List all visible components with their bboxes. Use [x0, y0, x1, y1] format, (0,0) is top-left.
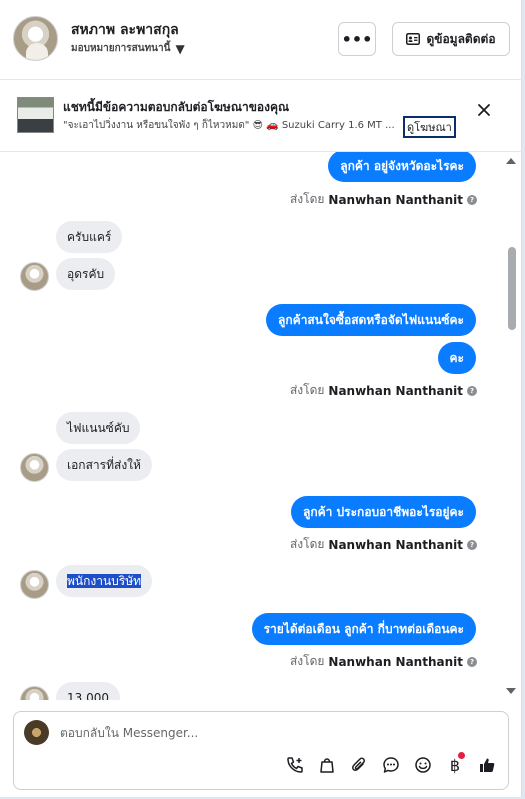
incoming-message[interactable]: พนักงานบริษัท	[56, 565, 153, 597]
contact-name[interactable]: สหภาพ ละพาสกุล	[71, 19, 179, 41]
smiley-icon[interactable]	[412, 754, 434, 776]
incoming-message[interactable]: อุดรคับ	[56, 258, 116, 290]
sent-by-label: ส่งโดย Nanwhan Nanthanit ?	[290, 190, 477, 209]
paperclip-icon[interactable]	[348, 754, 370, 776]
ad-banner-text: "จะเอาไปวิ่งงาน หรือขนใจพัง ๆ ก็ไหวหมด" …	[63, 120, 395, 131]
outgoing-message[interactable]: รายได้ต่อเดือน ลูกค้า กี่บาทต่อเดือนคะ	[251, 613, 476, 645]
incoming-message[interactable]: ครับแคร์	[56, 221, 123, 253]
id-card-icon	[406, 33, 421, 45]
contact-avatar-small	[20, 262, 49, 291]
contact-avatar-small	[20, 570, 49, 599]
scroll-up-arrow-icon[interactable]	[505, 156, 517, 166]
phone-add-icon[interactable]	[284, 754, 306, 776]
ad-thumbnail	[17, 97, 54, 133]
assign-conversation-dropdown[interactable]: มอบหมายการสนทนานี้ ▼	[71, 41, 185, 56]
shopping-bag-icon[interactable]	[316, 754, 338, 776]
more-options-button[interactable]: •••	[338, 22, 376, 56]
ad-reply-banner: แชทนี้มีข้อความตอบกลับต่อโฆษณาของคุณ "จะ…	[0, 80, 522, 152]
sender-name: Nanwhan Nanthanit	[328, 654, 463, 669]
sent-by-label: ส่งโดย Nanwhan Nanthanit ?	[290, 381, 477, 400]
outgoing-message[interactable]: ลูกค้า ประกอบอาชีพอะไรอยู่คะ	[290, 496, 476, 528]
question-icon[interactable]: ?	[467, 194, 477, 205]
reply-composer: ฿	[13, 711, 509, 790]
incoming-message[interactable]: เอกสารที่ส่งให้	[56, 449, 152, 481]
sent-by-prefix: ส่งโดย	[289, 537, 325, 551]
chat-bubble-icon[interactable]	[380, 754, 402, 776]
assign-label: มอบหมายการสนทนานี้	[71, 43, 171, 54]
contact-info-label: ดูข้อมูลติดต่อ	[426, 31, 496, 46]
outgoing-message[interactable]: ลูกค้า อยู่จังหวัดอะไรคะ	[328, 152, 476, 182]
ad-banner-title: แชทนี้มีข้อความตอบกลับต่อโฆษณาของคุณ	[63, 100, 290, 114]
scrollbar-thumb[interactable]	[508, 247, 516, 330]
scroll-down-arrow-icon[interactable]	[505, 686, 517, 696]
sent-by-label: ส่งโดย Nanwhan Nanthanit ?	[290, 652, 477, 671]
sender-name: Nanwhan Nanthanit	[328, 383, 463, 398]
outgoing-message[interactable]: คะ	[437, 342, 476, 374]
question-icon[interactable]: ?	[467, 656, 477, 667]
page-avatar	[24, 720, 49, 745]
thumbs-up-icon[interactable]	[476, 754, 498, 776]
sender-name: Nanwhan Nanthanit	[328, 192, 463, 207]
question-icon[interactable]: ?	[467, 385, 477, 396]
sent-by-prefix: ส่งโดย	[289, 383, 325, 397]
conversation-header: สหภาพ ละพาสกุล มอบหมายการสนทนานี้ ▼ ••• …	[0, 0, 522, 80]
caret-down-icon: ▼	[175, 41, 185, 56]
sent-by-prefix: ส่งโดย	[289, 654, 325, 668]
incoming-message[interactable]: 13,000	[56, 682, 120, 700]
question-icon[interactable]: ?	[467, 539, 477, 550]
message-thread[interactable]: ลูกค้า อยู่จังหวัดอะไรคะ ส่งโดย Nanwhan …	[0, 152, 505, 700]
view-contact-info-button[interactable]: ดูข้อมูลติดต่อ	[392, 22, 510, 56]
close-icon[interactable]	[477, 103, 491, 117]
notification-dot	[458, 752, 465, 759]
conversation-panel: สหภาพ ละพาสกุล มอบหมายการสนทนานี้ ▼ ••• …	[0, 0, 522, 797]
more-horizontal-icon: •••	[341, 29, 373, 49]
outgoing-message[interactable]: ลูกค้าสนใจซื้อสดหรือจัดไฟแนนซ์คะ	[266, 304, 476, 336]
contact-avatar[interactable]	[13, 16, 58, 61]
sent-by-label: ส่งโดย Nanwhan Nanthanit ?	[290, 535, 477, 554]
view-ad-link[interactable]: ดูโฆษณา	[403, 116, 456, 138]
sent-by-prefix: ส่งโดย	[289, 192, 325, 206]
composer-toolbar: ฿	[284, 752, 498, 776]
contact-avatar-small	[20, 686, 49, 700]
baht-icon[interactable]: ฿	[444, 752, 466, 776]
contact-avatar-small	[20, 453, 49, 482]
sender-name: Nanwhan Nanthanit	[328, 537, 463, 552]
incoming-message[interactable]: ไฟแนนซ์คับ	[56, 412, 141, 444]
reply-input[interactable]	[60, 723, 480, 743]
selected-text: พนักงานบริษัท	[67, 574, 142, 588]
